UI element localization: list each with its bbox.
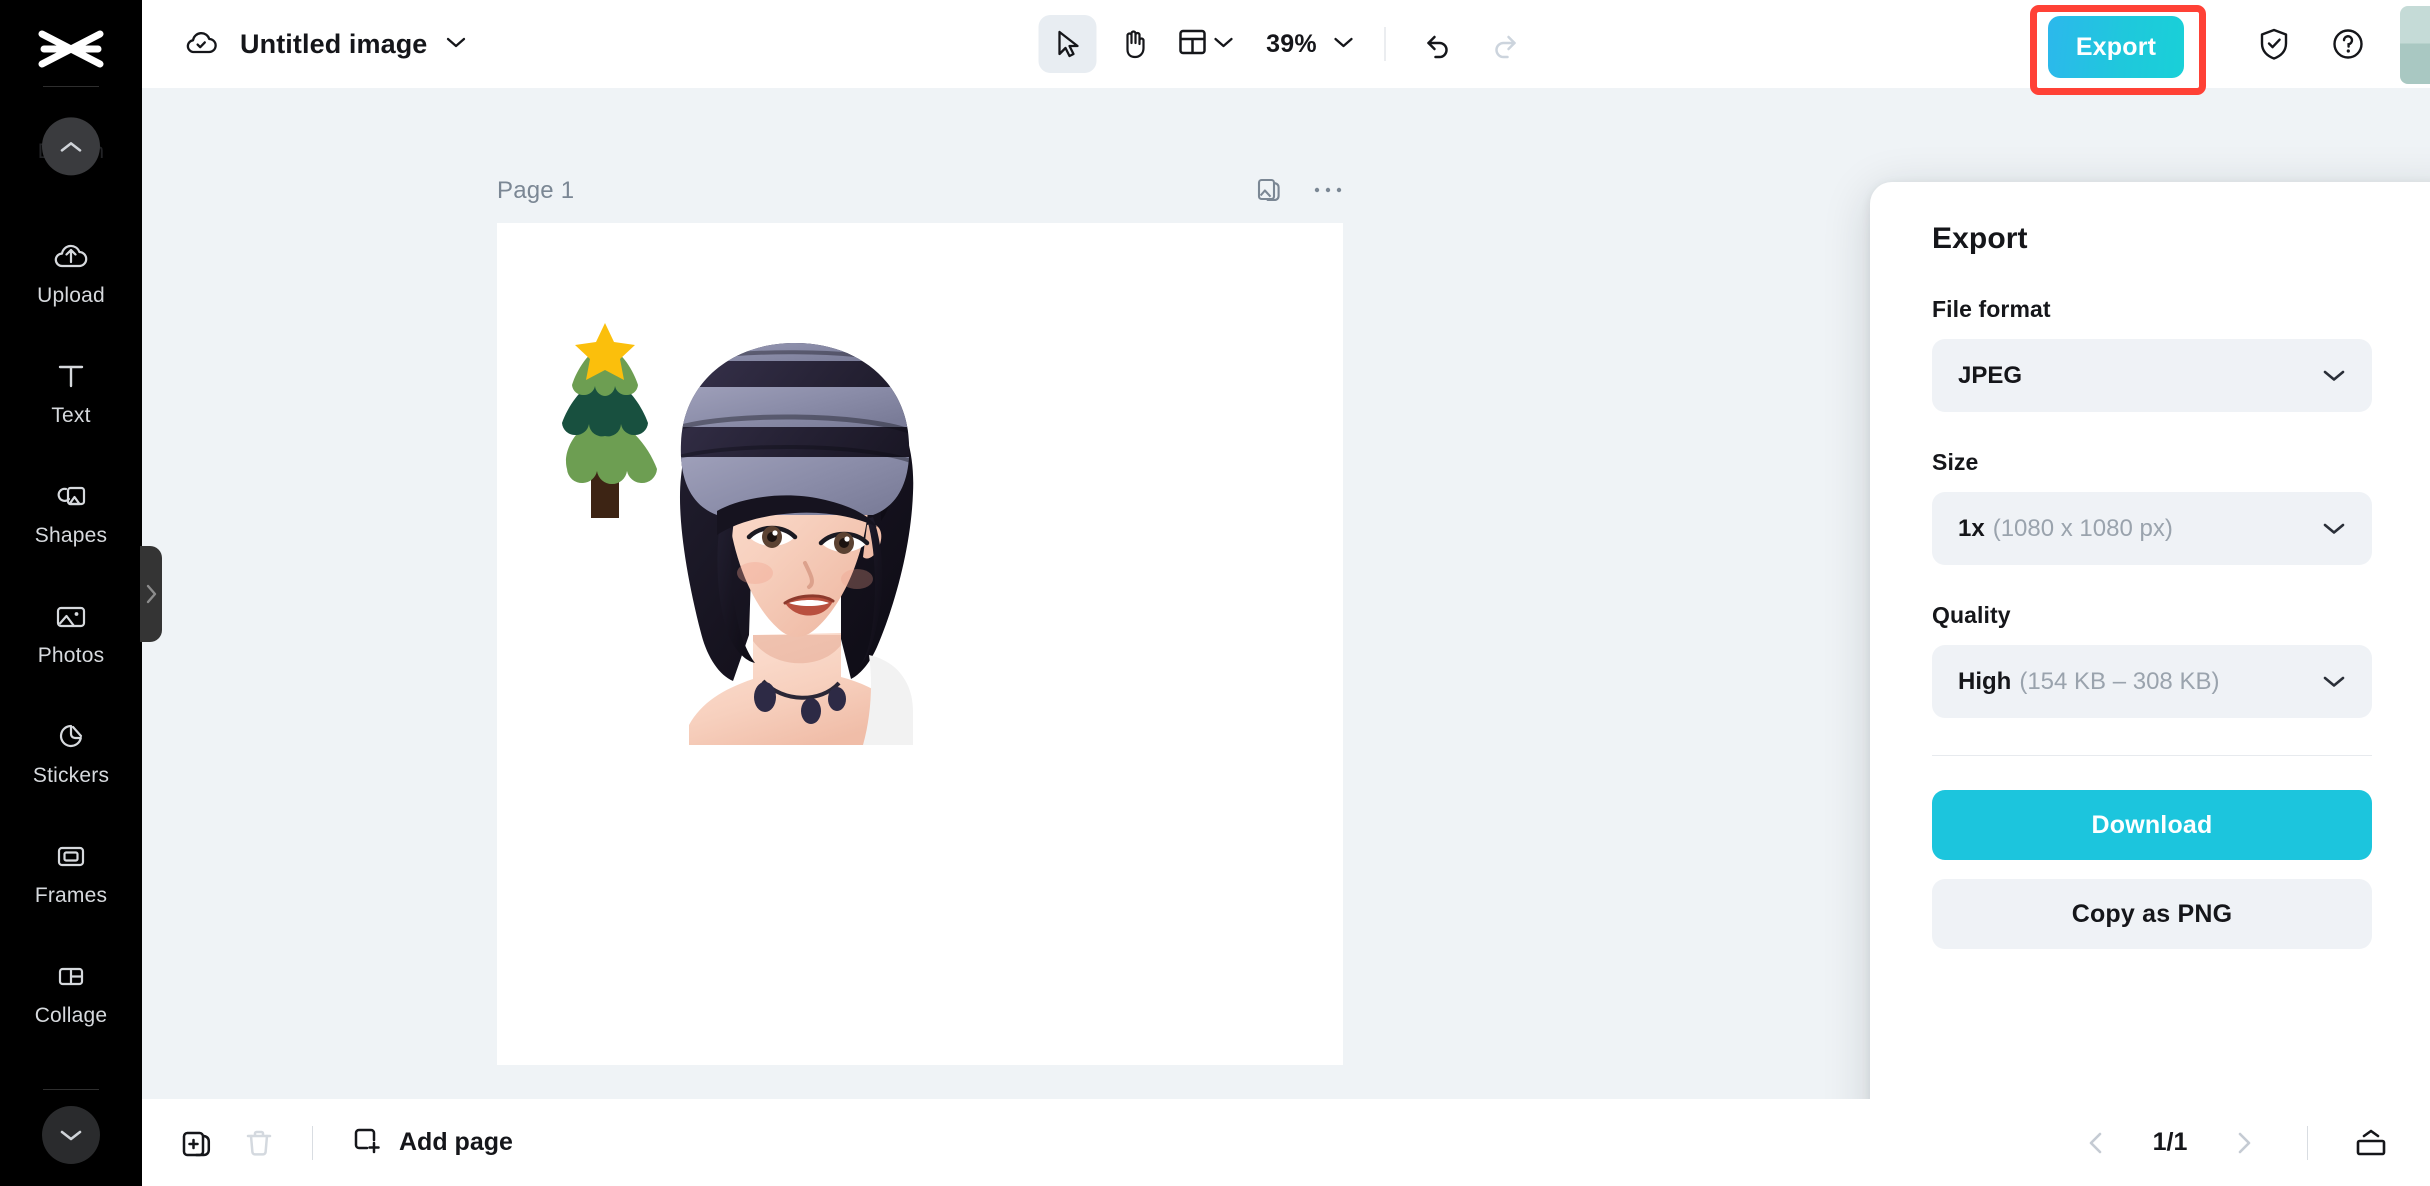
sidebar-item-upload[interactable]: Upload [0, 211, 142, 331]
shield-check-icon[interactable] [2248, 18, 2300, 70]
sidebar-item-photos[interactable]: Photos [0, 571, 142, 691]
collage-icon [51, 956, 91, 996]
sidebar-item-stickers[interactable]: Stickers [0, 691, 142, 811]
bottom-left-actions: Add page [142, 1116, 523, 1169]
chevron-down-icon [2322, 674, 2346, 689]
file-format-label: File format [1932, 296, 2410, 323]
toolbar-divider [1385, 27, 1386, 61]
duplicate-page-icon[interactable] [1255, 175, 1283, 208]
app-root: Design Upload [0, 0, 2430, 1186]
bottom-right-actions: 1/1 [2071, 1118, 2430, 1168]
sidebar-item-label: Shapes [35, 525, 107, 546]
sidebar-item-label: Frames [35, 885, 107, 906]
document-info: Untitled image [180, 0, 467, 88]
question-circle-icon[interactable] [2322, 18, 2374, 70]
top-toolbar: Untitled image [142, 0, 2430, 88]
sidebar-item-text[interactable]: Text [0, 331, 142, 451]
export-button[interactable]: Export [2048, 16, 2184, 78]
chevron-down-icon [1333, 35, 1355, 54]
photo-icon [51, 596, 91, 636]
avatar-image [2400, 6, 2430, 84]
quality-label: Quality [1932, 602, 2410, 629]
quality-value: High [1958, 668, 2011, 696]
layout-tool-button[interactable] [1171, 15, 1241, 73]
avatar[interactable] [2396, 0, 2430, 88]
sidebar-item-collage[interactable]: Collage [0, 931, 142, 1051]
left-sidebar: Design Upload [0, 0, 142, 1186]
document-title[interactable]: Untitled image [240, 29, 427, 60]
export-button-wrapper: Export [2030, 0, 2226, 88]
sidebar-item-design[interactable]: Design [0, 91, 142, 211]
duplicate-icon[interactable] [172, 1118, 222, 1168]
sidebar-item-label: Text [51, 405, 90, 426]
page-label: Page 1 [497, 177, 574, 205]
page-header: Page 1 [497, 174, 1343, 208]
bottom-divider [2307, 1126, 2308, 1160]
sidebar-item-shapes[interactable]: Shapes [0, 451, 142, 571]
chevron-down-icon [2322, 521, 2346, 536]
woman-with-beanie-illustration[interactable] [645, 335, 945, 745]
select-tool-button[interactable] [1039, 15, 1097, 73]
size-detail: (1080 x 1080 px) [1993, 515, 2173, 543]
canvas-tools: 39% [1039, 0, 1534, 88]
chevron-up-icon[interactable] [42, 117, 100, 175]
sidebar-item-label: Photos [38, 645, 105, 666]
export-panel-title: Export [1932, 222, 2410, 256]
sidebar-item-label: Collage [35, 1005, 108, 1026]
more-horizontal-icon[interactable] [1313, 182, 1343, 200]
trash-icon[interactable] [234, 1118, 284, 1168]
zoom-control[interactable]: 39% [1249, 15, 1361, 73]
bottom-toolbar: Add page 1/1 [142, 1099, 2430, 1186]
sidebar-divider [43, 86, 99, 87]
sidebar-items: Design Upload [0, 91, 142, 1051]
export-panel-divider [1932, 755, 2372, 756]
redo-button[interactable] [1476, 15, 1534, 73]
zoom-level-value: 39% [1255, 30, 1329, 59]
chevron-right-icon[interactable] [2219, 1118, 2269, 1168]
page-canvas[interactable] [497, 223, 1343, 1065]
chevron-down-icon [2322, 368, 2346, 383]
layout-icon [1177, 26, 1209, 63]
expand-panel-handle[interactable] [140, 546, 162, 642]
sidebar-bottom-divider [43, 1089, 99, 1090]
sidebar-item-frames[interactable]: Frames [0, 811, 142, 931]
sidebar-item-label: Upload [37, 285, 105, 306]
text-icon [51, 356, 91, 396]
file-format-value: JPEG [1958, 362, 2022, 390]
size-select[interactable]: 1x (1080 x 1080 px) [1932, 492, 2372, 565]
cloud-upload-icon [51, 236, 91, 276]
file-format-select[interactable]: JPEG [1932, 339, 2372, 412]
canvas-artwork [497, 223, 1343, 1065]
size-value: 1x [1958, 515, 1985, 543]
size-label: Size [1932, 449, 2410, 476]
cloud-check-icon [180, 24, 222, 65]
add-page-label: Add page [399, 1128, 513, 1157]
chevron-left-icon[interactable] [2071, 1118, 2121, 1168]
download-button[interactable]: Download [1932, 790, 2372, 860]
capcut-logo-icon[interactable] [34, 18, 108, 80]
sticker-icon [51, 716, 91, 756]
add-page-button[interactable]: Add page [341, 1116, 523, 1169]
canvas-workspace: Page 1 [142, 88, 2430, 1099]
export-panel: Export File format JPEG Size 1x (1080 x … [1870, 182, 2430, 1099]
bottom-divider [312, 1126, 313, 1160]
copy-as-png-button[interactable]: Copy as PNG [1932, 879, 2372, 949]
quality-select[interactable]: High (154 KB – 308 KB) [1932, 645, 2372, 718]
topbar-actions: Export [2030, 0, 2430, 88]
page-header-actions [1255, 175, 1343, 208]
chevron-down-icon [1213, 35, 1235, 54]
chevron-down-icon[interactable] [42, 1106, 100, 1164]
quality-detail: (154 KB – 308 KB) [2019, 668, 2219, 696]
chevron-down-icon[interactable] [445, 35, 467, 54]
frame-icon [51, 836, 91, 876]
hand-tool-button[interactable] [1105, 15, 1163, 73]
add-page-icon [351, 1124, 383, 1161]
page-indicator: 1/1 [2143, 1128, 2197, 1157]
collapse-panel-icon[interactable] [2346, 1118, 2396, 1168]
sidebar-item-label: Stickers [33, 765, 109, 786]
shapes-icon [51, 476, 91, 516]
undo-button[interactable] [1410, 15, 1468, 73]
